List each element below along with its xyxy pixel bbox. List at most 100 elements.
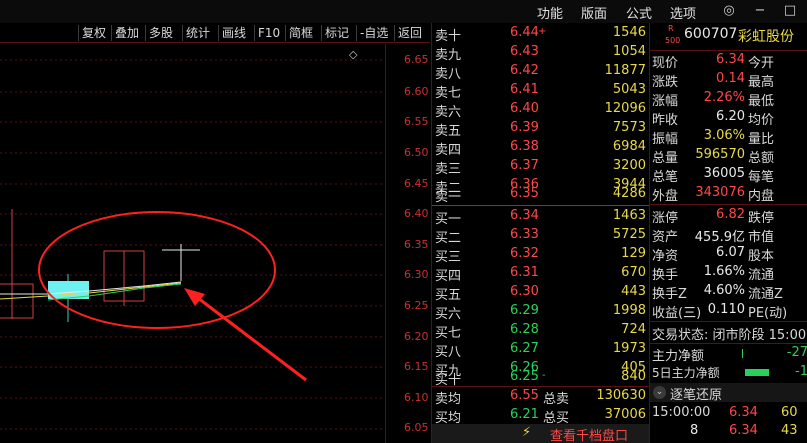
price-tick: 6.10: [404, 391, 429, 404]
buy-row[interactable]: 买六 6.29 1998: [432, 302, 649, 322]
restore-rights-button[interactable]: 复权: [78, 25, 109, 41]
sell-row[interactable]: 卖五 6.39 7573: [432, 119, 649, 139]
quote-key: 今开: [748, 56, 775, 71]
buy-label: 买七: [435, 326, 462, 341]
buy-label: 买四: [435, 269, 462, 284]
buy-volume: 840: [621, 369, 646, 384]
sell-price: 6.37: [510, 158, 539, 173]
menu-options[interactable]: 选项: [670, 3, 696, 22]
chevron-down-icon[interactable]: ⌄: [653, 386, 666, 399]
fundamental-value: 6.82: [716, 207, 745, 222]
maximize-icon[interactable]: □: [778, 1, 802, 21]
buy-price: 6.29: [510, 303, 539, 318]
overlay-button[interactable]: 叠加: [111, 25, 142, 41]
quote-row: 涨幅 2.26% 最低: [650, 89, 807, 109]
draw-line-button[interactable]: 画线: [218, 25, 249, 41]
tick-header[interactable]: ⌄ 逐笔还原: [650, 383, 807, 403]
kline-svg: ◇: [0, 48, 385, 430]
buy-row[interactable]: 买四 6.31 670: [432, 264, 649, 284]
fundamental-key: 流通: [748, 268, 775, 283]
fundamental-row: 换手Z 4.60% 流通Z: [650, 282, 807, 302]
fundamental-key: 资产: [652, 230, 679, 245]
buy-price: 6.32: [510, 246, 539, 261]
skin-icon[interactable]: ◎: [717, 1, 741, 21]
main-flow5-row: 5日主力净额 -1: [650, 363, 807, 382]
fundamental-key: 涨停: [652, 211, 679, 226]
tick-price: 6.34: [729, 405, 758, 420]
main-flow5-bar: [745, 369, 769, 376]
ten-level-bar[interactable]: ⚡ 查看千档盘口: [432, 424, 649, 443]
f10-button[interactable]: F10: [254, 25, 283, 41]
sell-row[interactable]: 卖四 6.38 6984: [432, 138, 649, 158]
section-divider: [650, 204, 807, 205]
ten-level-link[interactable]: 查看千档盘口: [550, 425, 628, 443]
fundamental-key: 换手Z: [652, 287, 687, 302]
sell-row[interactable]: 卖六 6.40 12096: [432, 100, 649, 120]
simple-frame-button[interactable]: 简框: [285, 25, 316, 41]
top-menu-bar: 功能 版面 公式 选项 ◎ − □: [0, 0, 807, 23]
minimize-icon[interactable]: −: [748, 1, 772, 21]
diamond-icon[interactable]: ◇: [349, 48, 358, 61]
buy-row[interactable]: 买二 6.33 5725: [432, 226, 649, 246]
sell-label: 卖九: [435, 48, 462, 63]
menu-function[interactable]: 功能: [537, 3, 563, 22]
candle-body: [0, 283, 34, 319]
buy-row[interactable]: 买五 6.30 443: [432, 283, 649, 303]
fundamental-key: 股本: [748, 249, 775, 264]
remove-watchlist-button[interactable]: -自选: [356, 25, 391, 41]
buy-price: 6.33: [510, 227, 539, 242]
main-flow-value: -27: [786, 345, 807, 360]
tick-volume: 43: [781, 423, 798, 438]
buy-price: 6.34: [510, 208, 539, 223]
quote-key: 内盘: [748, 189, 775, 204]
sell-average-row: 卖均 6.55 总卖 130630: [432, 387, 649, 407]
sell-label: 卖七: [435, 86, 462, 101]
buy-row[interactable]: 买一 6.34 1463: [432, 207, 649, 227]
change-flag-icon: +: [538, 26, 547, 37]
mark-button[interactable]: 标记: [321, 25, 352, 41]
sell-label: 卖五: [435, 124, 462, 139]
quote-value: 343076: [695, 185, 745, 200]
fundamental-value: 455.9亿: [694, 230, 745, 245]
fundamental-key: 跌停: [748, 211, 775, 226]
menu-formula[interactable]: 公式: [626, 3, 652, 22]
sell-volume: 11877: [604, 63, 646, 78]
buy-total-value: 37006: [604, 407, 646, 422]
sell-row[interactable]: 卖七 6.41 5043: [432, 81, 649, 101]
sell-row[interactable]: 卖九 6.43 1054: [432, 43, 649, 63]
menu-layout[interactable]: 版面: [581, 3, 607, 22]
price-tick: 6.45: [404, 177, 429, 190]
order-book: 卖十 6.44 + 1546 卖九 6.43 1054 卖八 6.42 1187…: [431, 23, 649, 443]
buy-volume: 5725: [612, 227, 646, 242]
fundamental-value: 4.60%: [703, 283, 745, 298]
sell-row[interactable]: 卖十 6.44 + 1546: [432, 24, 649, 44]
sell-row[interactable]: 卖三 6.37 3200: [432, 157, 649, 177]
buy-row[interactable]: 买十 6.25 - 840: [432, 368, 649, 388]
sell-row[interactable]: 卖一 6.35 4286: [432, 185, 649, 205]
buy-price: 6.27: [510, 341, 539, 356]
chart-toolbar: 复权 叠加 多股 统计 画线 F10 简框 标记 -自选 返回: [0, 23, 430, 43]
kline-chart[interactable]: ◇: [0, 44, 430, 443]
price-tick: 6.20: [404, 330, 429, 343]
statistics-button[interactable]: 统计: [182, 25, 213, 41]
multi-stock-button[interactable]: 多股: [145, 25, 176, 41]
fundamental-row: 资产 455.9亿 市值: [650, 225, 807, 245]
section-divider: [650, 321, 807, 322]
sell-label: 卖三: [435, 162, 462, 177]
buy-row[interactable]: 买三 6.32 129: [432, 245, 649, 265]
back-button[interactable]: 返回: [394, 25, 425, 41]
quote-row: 总笔 36005 每笔: [650, 165, 807, 185]
buy-label: 买六: [435, 307, 462, 322]
quote-key: 最低: [748, 94, 775, 109]
quote-row: 涨跌 0.14 最高: [650, 70, 807, 90]
fundamental-key: 收益(㆔): [652, 306, 702, 321]
buy-row[interactable]: 买八 6.27 1973: [432, 340, 649, 360]
lightning-icon: ⚡: [522, 425, 532, 440]
sell-row[interactable]: 卖八 6.42 11877: [432, 62, 649, 82]
tick-time: 15:00:00: [652, 405, 711, 420]
quote-key: 涨幅: [652, 94, 679, 109]
sell-price: 6.44: [510, 25, 539, 40]
buy-row[interactable]: 买七 6.28 724: [432, 321, 649, 341]
fundamental-key: 换手: [652, 268, 679, 283]
annotation-ellipse: [38, 211, 276, 329]
